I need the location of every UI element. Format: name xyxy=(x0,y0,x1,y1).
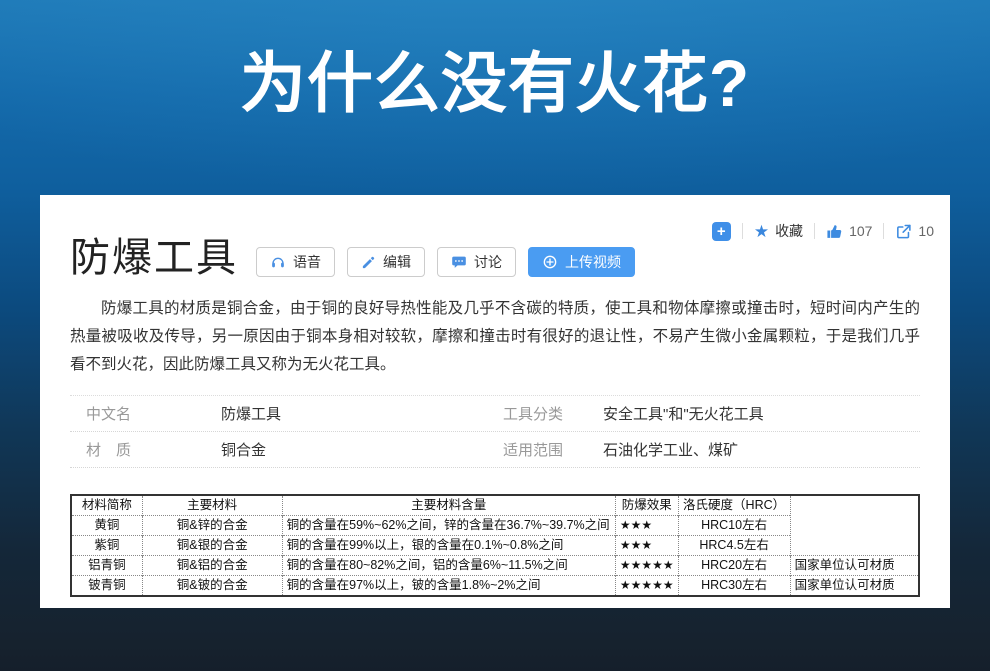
cell-rating: ★★★★★ xyxy=(615,576,678,597)
cell-certification: 国家单位认可材质 xyxy=(790,576,919,597)
share-count: 10 xyxy=(918,223,934,239)
slide-title: 为什么没有火花? xyxy=(0,46,990,122)
upload-video-label: 上传视频 xyxy=(565,252,621,272)
edit-label: 编辑 xyxy=(383,252,411,272)
plus-circle-icon xyxy=(542,254,558,270)
divider xyxy=(742,223,743,239)
cell-hardness: HRC10左右 xyxy=(678,516,790,536)
table-row: 铝青铜 铜&铝的合金 铜的含量在80~82%之间，铝的含量6%~11.5%之间 … xyxy=(71,556,919,576)
edit-button[interactable]: 编辑 xyxy=(347,247,425,277)
cell-hardness: HRC4.5左右 xyxy=(678,536,790,556)
table-header-row: 材料简称 主要材料 主要材料含量 防爆效果 洛氏硬度（HRC） xyxy=(71,495,919,516)
voice-label: 语音 xyxy=(293,252,321,272)
share-button[interactable]: 10 xyxy=(895,223,934,240)
cell-content: 铜的含量在99%以上，银的含量在0.1%~0.8%之间 xyxy=(282,536,615,556)
cell-rating: ★★★★★ xyxy=(615,556,678,576)
info-label: 适用范围 xyxy=(503,439,603,460)
cell-material-name: 紫铜 xyxy=(71,536,142,556)
col-header: 主要材料含量 xyxy=(282,495,615,516)
pencil-icon xyxy=(361,255,376,270)
star-icon: ★ xyxy=(754,223,769,240)
cell-material-name: 铝青铜 xyxy=(71,556,142,576)
discuss-label: 讨论 xyxy=(474,252,502,272)
col-header: 材料简称 xyxy=(71,495,142,516)
share-icon xyxy=(895,223,912,240)
info-label: 中文名 xyxy=(86,403,221,424)
slide-background: 为什么没有火花? + ★ 收藏 107 xyxy=(0,0,990,671)
chat-icon xyxy=(451,254,467,270)
cell-hardness: HRC30左右 xyxy=(678,576,790,597)
info-label: 工具分类 xyxy=(503,403,603,424)
col-header: 洛氏硬度（HRC） xyxy=(678,495,790,516)
encyclopedia-card: + ★ 收藏 107 10 防爆工具 xyxy=(40,195,950,608)
cell-content: 铜的含量在80~82%之间，铝的含量6%~11.5%之间 xyxy=(282,556,615,576)
cell-main-material: 铜&铍的合金 xyxy=(142,576,282,597)
divider xyxy=(814,223,815,239)
cell-rating: ★★★ xyxy=(615,536,678,556)
info-value: 石油化学工业、煤矿 xyxy=(603,439,738,460)
favorite-button[interactable]: ★ 收藏 xyxy=(754,221,803,241)
info-value: 铜合金 xyxy=(221,439,266,460)
col-header-empty xyxy=(790,495,919,556)
cell-main-material: 铜&铝的合金 xyxy=(142,556,282,576)
info-pair-chinese-name: 中文名 防爆工具 xyxy=(86,403,503,424)
entry-title: 防爆工具 xyxy=(70,235,238,281)
entry-buttons: 语音 编辑 讨论 上传 xyxy=(256,247,635,277)
cell-content: 铜的含量在59%~62%之间，锌的含量在36.7%~39.7%之间 xyxy=(282,516,615,536)
divider xyxy=(883,223,884,239)
discuss-button[interactable]: 讨论 xyxy=(437,247,516,277)
info-pair-tool-category: 工具分类 安全工具"和"无火花工具 xyxy=(503,403,920,424)
cell-material-name: 黄铜 xyxy=(71,516,142,536)
col-header: 主要材料 xyxy=(142,495,282,516)
plus-icon: + xyxy=(717,224,726,239)
like-button[interactable]: 107 xyxy=(826,223,872,240)
headphones-icon xyxy=(270,254,286,270)
add-button[interactable]: + xyxy=(712,222,731,241)
materials-table: 材料简称 主要材料 主要材料含量 防爆效果 洛氏硬度（HRC） 黄铜 铜&锌的合… xyxy=(70,494,920,597)
table-row: 铍青铜 铜&铍的合金 铜的含量在97%以上，铍的含量1.8%~2%之间 ★★★★… xyxy=(71,576,919,597)
like-count: 107 xyxy=(849,223,872,239)
info-label: 材 质 xyxy=(86,439,221,460)
thumbs-up-icon xyxy=(826,223,843,240)
cell-hardness: HRC20左右 xyxy=(678,556,790,576)
cell-main-material: 铜&锌的合金 xyxy=(142,516,282,536)
cell-rating: ★★★ xyxy=(615,516,678,536)
info-value: 安全工具"和"无火花工具 xyxy=(603,403,764,424)
upload-video-button[interactable]: 上传视频 xyxy=(528,247,635,277)
basic-info-box: 中文名 防爆工具 工具分类 安全工具"和"无火花工具 材 质 铜合金 适用范围 … xyxy=(70,395,920,468)
summary-paragraph: 防爆工具的材质是铜合金，由于铜的良好导热性能及几乎不含碳的特质，使工具和物体摩擦… xyxy=(70,295,920,380)
col-header: 防爆效果 xyxy=(615,495,678,516)
cell-main-material: 铜&银的合金 xyxy=(142,536,282,556)
favorite-label: 收藏 xyxy=(775,221,803,241)
info-pair-material: 材 质 铜合金 xyxy=(86,439,503,460)
cell-certification: 国家单位认可材质 xyxy=(790,556,919,576)
info-value: 防爆工具 xyxy=(221,403,281,424)
cell-content: 铜的含量在97%以上，铍的含量1.8%~2%之间 xyxy=(282,576,615,597)
cell-material-name: 铍青铜 xyxy=(71,576,142,597)
action-bar: + ★ 收藏 107 10 xyxy=(712,221,934,241)
info-row: 中文名 防爆工具 工具分类 安全工具"和"无火花工具 xyxy=(70,396,920,432)
info-pair-application: 适用范围 石油化学工业、煤矿 xyxy=(503,439,920,460)
info-row: 材 质 铜合金 适用范围 石油化学工业、煤矿 xyxy=(70,432,920,468)
voice-button[interactable]: 语音 xyxy=(256,247,335,277)
